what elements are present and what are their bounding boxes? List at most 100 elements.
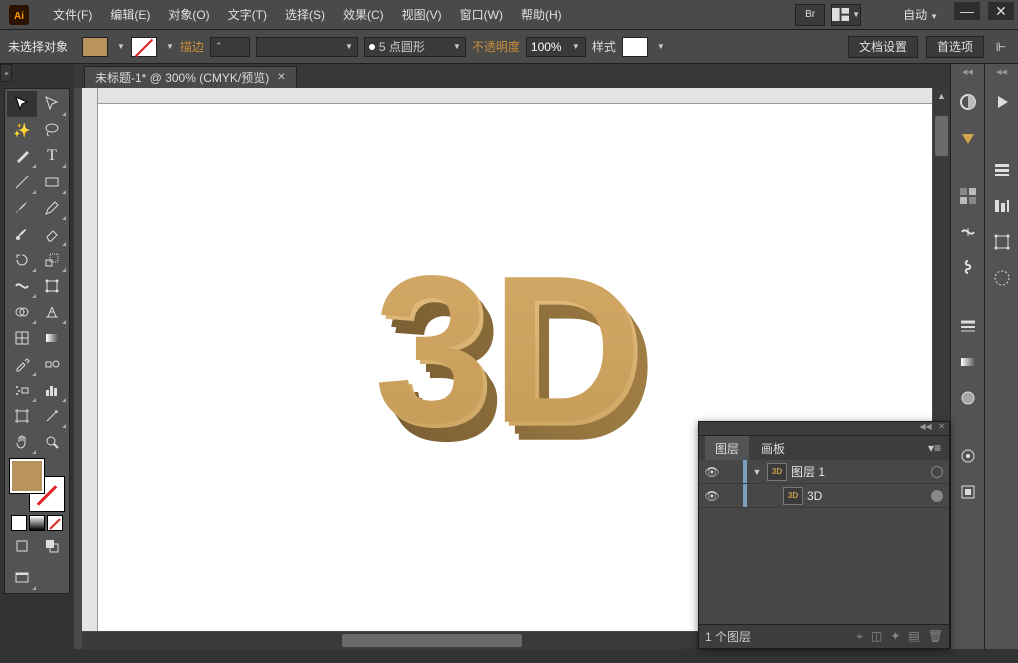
eyedropper-tool[interactable] <box>7 351 37 377</box>
target-icon[interactable] <box>931 490 943 502</box>
scroll-thumb-vertical[interactable] <box>935 116 948 156</box>
graphic-style-swatch[interactable] <box>622 37 648 57</box>
mesh-tool[interactable] <box>7 325 37 351</box>
swatches-panel-icon[interactable] <box>956 184 980 208</box>
color-mode-gradient[interactable] <box>29 515 45 531</box>
menu-edit[interactable]: 编辑(E) <box>101 1 159 29</box>
color-mode-solid[interactable] <box>11 515 27 531</box>
layers-list[interactable]: 👁 ▼ 3D 图层 1 👁 3D 3D <box>699 460 949 624</box>
scale-tool[interactable] <box>37 247 67 273</box>
layer-name[interactable]: 图层 1 <box>791 463 927 480</box>
layer-name[interactable]: 3D <box>807 489 927 503</box>
workspace-switcher[interactable]: 自动▼ <box>893 6 948 23</box>
menu-effect[interactable]: 效果(C) <box>334 1 393 29</box>
gradient-panel-icon[interactable] <box>956 350 980 374</box>
shape-builder-tool[interactable] <box>7 299 37 325</box>
line-tool[interactable] <box>7 169 37 195</box>
fill-color-icon[interactable] <box>10 459 44 493</box>
pencil-tool[interactable] <box>37 195 67 221</box>
appearance-panel-icon[interactable] <box>956 444 980 468</box>
brush-definition[interactable]: 5 点圆形▼ <box>364 37 466 57</box>
create-sublayer-icon[interactable]: ✦ <box>890 629 900 644</box>
paintbrush-tool[interactable] <box>7 195 37 221</box>
gradient-tool[interactable] <box>37 325 67 351</box>
panel-collapse-strip[interactable]: ◀◀ ✕ <box>699 422 949 436</box>
transform-panel-icon[interactable] <box>990 230 1014 254</box>
new-layer-icon[interactable]: ▤ <box>908 629 919 644</box>
disclosure-triangle-icon[interactable]: ▼ <box>751 467 763 477</box>
brushes-panel-icon[interactable] <box>956 220 980 244</box>
ruler-vertical[interactable] <box>82 88 98 631</box>
tab-layers[interactable]: 图层 <box>705 436 749 461</box>
slice-tool[interactable] <box>37 403 67 429</box>
opacity-field[interactable]: ▼ <box>526 37 586 57</box>
ruler-horizontal[interactable] <box>98 88 932 104</box>
opacity-input[interactable] <box>531 40 565 54</box>
var-width-profile[interactable]: ▼ <box>256 37 358 57</box>
artwork-3d-text[interactable]: 3D 3D 3D 3D <box>360 241 670 504</box>
arrange-docs-icon[interactable]: ▼ <box>831 4 861 26</box>
pen-tool[interactable] <box>7 143 37 169</box>
document-setup-button[interactable]: 文档设置 <box>848 36 918 58</box>
make-clipping-mask-icon[interactable]: ◫ <box>871 629 882 644</box>
selection-tool[interactable] <box>7 91 37 117</box>
menu-view[interactable]: 视图(V) <box>393 1 451 29</box>
stroke-weight-field[interactable]: ⌃▼ <box>210 37 250 57</box>
delete-layer-icon[interactable]: 🗑 <box>928 629 943 644</box>
layer-row[interactable]: 👁 ▼ 3D 图层 1 <box>699 460 949 484</box>
target-icon[interactable] <box>931 466 943 478</box>
essentials-play-icon[interactable] <box>990 90 1014 114</box>
menu-object[interactable]: 对象(O) <box>159 1 218 29</box>
direct-selection-tool[interactable] <box>37 91 67 117</box>
symbol-sprayer-tool[interactable] <box>7 377 37 403</box>
close-tab-icon[interactable]: ✕ <box>277 72 285 83</box>
visibility-toggle-icon[interactable]: 👁 <box>703 465 721 479</box>
menu-help[interactable]: 帮助(H) <box>512 1 571 29</box>
menu-file[interactable]: 文件(F) <box>44 1 101 29</box>
rectangle-tool[interactable] <box>37 169 67 195</box>
column-graph-tool[interactable] <box>37 377 67 403</box>
preferences-button[interactable]: 首选项 <box>926 36 984 58</box>
eraser-tool[interactable] <box>37 221 67 247</box>
menu-window[interactable]: 窗口(W) <box>451 1 512 29</box>
type-tool[interactable]: T <box>37 143 67 169</box>
draw-mode-normal[interactable] <box>7 533 37 559</box>
window-resize-grip[interactable] <box>1004 649 1018 663</box>
color-guide-panel-icon[interactable] <box>956 126 980 150</box>
menu-type[interactable]: 文字(T) <box>219 1 276 29</box>
tab-artboards[interactable]: 画板 <box>751 436 795 461</box>
free-transform-tool[interactable] <box>37 273 67 299</box>
hand-tool[interactable] <box>7 429 37 455</box>
color-mode-none[interactable] <box>47 515 63 531</box>
dock-collapse-icon[interactable]: ◀◀ <box>953 68 983 82</box>
window-close-icon[interactable]: ✕ <box>988 2 1014 20</box>
align-icon[interactable]: ⊩ <box>992 40 1010 54</box>
transparency-panel-icon[interactable] <box>956 386 980 410</box>
document-tab[interactable]: 未标题-1* @ 300% (CMYK/预览) ✕ <box>84 66 297 88</box>
scroll-up-icon[interactable]: ▲ <box>933 88 950 104</box>
stroke-swatch[interactable] <box>131 37 157 57</box>
graphic-styles-panel-icon[interactable] <box>956 480 980 504</box>
symbols-panel-icon[interactable] <box>956 256 980 280</box>
fill-stroke-proxy[interactable] <box>10 459 64 511</box>
layers-panel[interactable]: ◀◀ ✕ 图层 画板 ▾≡ 👁 ▼ 3D 图层 1 👁 3D 3D 1 个图层 … <box>698 421 950 649</box>
rotate-tool[interactable] <box>7 247 37 273</box>
window-minimize-icon[interactable]: — <box>954 2 980 20</box>
scroll-thumb-horizontal[interactable] <box>342 634 522 647</box>
stroke-panel-icon[interactable] <box>956 314 980 338</box>
libraries-panel-icon[interactable] <box>990 158 1014 182</box>
layer-row[interactable]: 👁 3D 3D <box>699 484 949 508</box>
locate-object-icon[interactable]: ⌖ <box>856 629 863 644</box>
screen-mode[interactable] <box>7 565 37 591</box>
perspective-grid-tool[interactable] <box>37 299 67 325</box>
blend-tool[interactable] <box>37 351 67 377</box>
artboard-tool[interactable] <box>7 403 37 429</box>
pathfinder-panel-icon[interactable] <box>990 266 1014 290</box>
menu-select[interactable]: 选择(S) <box>276 1 334 29</box>
magic-wand-tool[interactable]: ✨ <box>7 117 37 143</box>
bridge-icon[interactable]: Br <box>795 4 825 26</box>
dock-collapse-icon-2[interactable]: ◀◀ <box>987 68 1017 82</box>
dock-expand-left-icon[interactable] <box>0 64 12 82</box>
fill-swatch[interactable] <box>82 37 108 57</box>
blob-brush-tool[interactable] <box>7 221 37 247</box>
